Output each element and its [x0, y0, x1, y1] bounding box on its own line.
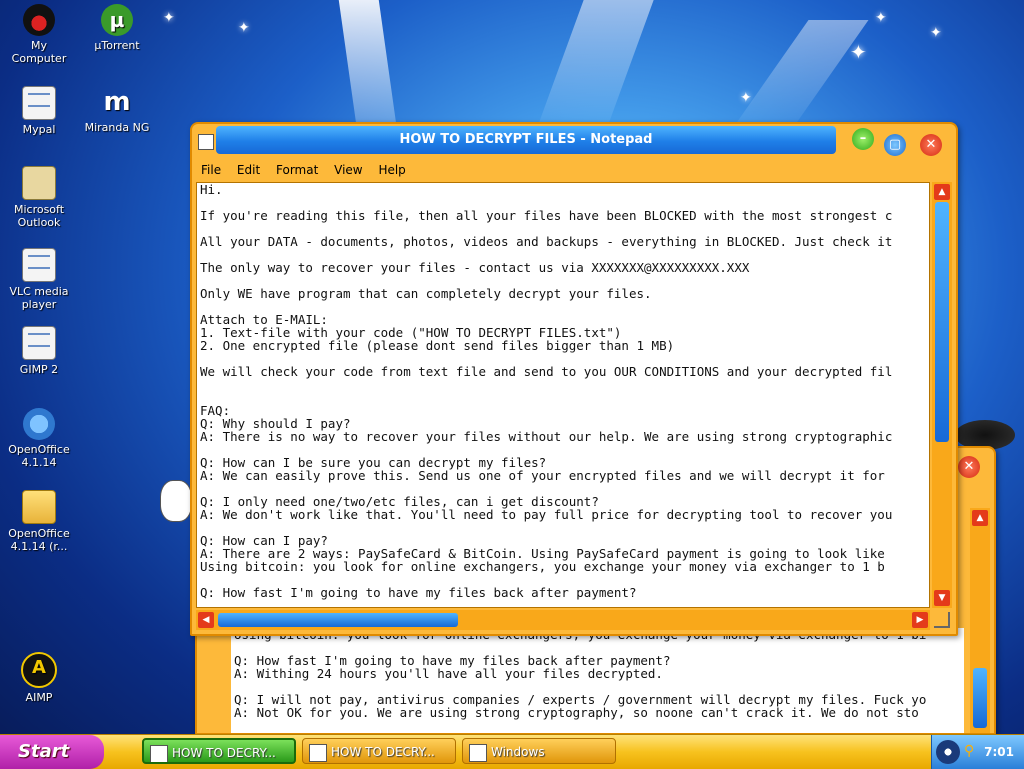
- desktop-icon-miranda[interactable]: m Miranda NG: [79, 86, 155, 134]
- window-title: HOW TO DECRYPT FILES - Notepad: [216, 126, 836, 154]
- icon-label: OpenOffice: [8, 443, 70, 456]
- cartoon-glove-decoration: [160, 480, 192, 522]
- vertical-scroll-thumb[interactable]: [935, 202, 949, 442]
- editor-text: Hi. If you're reading this file, then al…: [200, 182, 893, 600]
- minimize-icon[interactable]: –: [852, 128, 874, 150]
- icon-label: VLC media: [9, 285, 69, 298]
- openoffice-folder-icon: [22, 490, 56, 524]
- outlook-icon: [22, 166, 56, 200]
- menu-bar: File Edit Format View Help: [196, 160, 952, 180]
- scroll-right-arrow-icon[interactable]: ▶: [912, 612, 928, 628]
- desktop-icon-openoffice[interactable]: OpenOffice 4.1.14: [1, 408, 77, 469]
- desktop-icon-my-computer[interactable]: My Computer: [1, 4, 77, 65]
- taskbar: Start HOW TO DECRY... HOW TO DECRY... Wi…: [0, 734, 1024, 769]
- clock: 7:01: [984, 745, 1014, 759]
- menu-help[interactable]: Help: [373, 163, 410, 177]
- icon-label: GIMP 2: [19, 363, 59, 376]
- tray-app-icon[interactable]: [936, 740, 960, 764]
- notepad-window[interactable]: HOW TO DECRYPT FILES - Notepad – ▢ ✕ Fil…: [190, 122, 958, 636]
- taskbar-item-label: HOW TO DECRY...: [172, 746, 276, 760]
- scroll-up-arrow-icon[interactable]: ▲: [972, 510, 988, 526]
- miranda-icon: m: [103, 87, 131, 117]
- taskbar-item-windows[interactable]: Windows: [462, 738, 616, 764]
- close-icon[interactable]: ✕: [920, 134, 942, 156]
- aimp-icon: A: [21, 652, 57, 688]
- icon-label: My: [30, 39, 47, 52]
- horizontal-scroll-thumb[interactable]: [218, 613, 458, 627]
- icon-label: 4.1.14: [21, 456, 57, 469]
- horizontal-scrollbar[interactable]: ◀ ▶: [196, 610, 930, 630]
- notepad-task-icon: [309, 744, 327, 762]
- desktop-icon-mypal[interactable]: Mypal: [1, 86, 77, 136]
- gimp-icon: [22, 326, 56, 360]
- sparkle: ✦: [238, 20, 250, 36]
- icon-label: Miranda NG: [84, 121, 150, 134]
- system-tray: ⚲ 7:01: [931, 735, 1024, 769]
- desktop-icon-utorrent[interactable]: µ µTorrent: [79, 4, 155, 52]
- maximize-icon[interactable]: ▢: [884, 134, 906, 156]
- sparkle: ✦: [163, 10, 175, 26]
- desktop-icon-aimp[interactable]: A AIMP: [1, 652, 77, 704]
- taskbar-item-label: HOW TO DECRY...: [331, 745, 435, 759]
- scroll-thumb[interactable]: [973, 668, 987, 728]
- menu-file[interactable]: File: [196, 163, 226, 177]
- sparkle: ✦: [875, 10, 887, 26]
- mypal-icon: [22, 86, 56, 120]
- resize-grip-icon[interactable]: [934, 612, 950, 628]
- openoffice-icon: [23, 408, 55, 440]
- background-light-ray: [731, 20, 869, 130]
- vertical-scrollbar[interactable]: ▲ ▼: [932, 182, 952, 608]
- desktop-icon-outlook[interactable]: Microsoft Outlook: [1, 166, 77, 229]
- icon-label: Computer: [11, 52, 67, 65]
- sparkle: ✦: [930, 25, 942, 41]
- scroll-down-arrow-icon[interactable]: ▼: [934, 590, 950, 606]
- icon-label: Microsoft: [13, 203, 65, 216]
- icon-label: OpenOffice: [8, 527, 70, 540]
- notepad-app-icon: [198, 134, 214, 150]
- scroll-up-arrow-icon[interactable]: ▲: [934, 184, 950, 200]
- desktop-icon-gimp[interactable]: GIMP 2: [1, 326, 77, 376]
- mickey-computer-icon: [23, 4, 55, 36]
- search-icon[interactable]: ⚲: [964, 743, 974, 759]
- window-task-icon: [469, 744, 487, 762]
- icon-label: 4.1.14 (r...: [10, 540, 68, 553]
- sparkle: ✦: [740, 90, 752, 106]
- utorrent-icon: µ: [101, 4, 133, 36]
- desktop-icon-openoffice-folder[interactable]: OpenOffice 4.1.14 (r...: [1, 490, 77, 553]
- taskbar-item-notepad[interactable]: HOW TO DECRY...: [302, 738, 456, 764]
- taskbar-item-label: Windows: [491, 745, 545, 759]
- close-icon[interactable]: ✕: [958, 456, 980, 478]
- taskbar-item-notepad-active[interactable]: HOW TO DECRY...: [142, 738, 296, 764]
- start-button[interactable]: Start: [0, 735, 104, 769]
- desktop-icon-vlc[interactable]: VLC media player: [1, 248, 77, 311]
- scroll-left-arrow-icon[interactable]: ◀: [198, 612, 214, 628]
- background-vertical-scrollbar[interactable]: ▲: [970, 508, 990, 733]
- icon-label: player: [21, 298, 57, 311]
- icon-label: AIMP: [25, 691, 53, 704]
- menu-edit[interactable]: Edit: [232, 163, 265, 177]
- sparkle: ✦: [850, 40, 867, 64]
- icon-label: µTorrent: [94, 39, 140, 52]
- notepad-task-icon: [150, 745, 168, 762]
- icon-label: Mypal: [22, 123, 56, 136]
- background-editor-text: Using bitcoin: you look for online excha…: [234, 628, 927, 720]
- menu-format[interactable]: Format: [271, 163, 323, 177]
- menu-view[interactable]: View: [329, 163, 367, 177]
- icon-label: Outlook: [17, 216, 61, 229]
- vlc-icon: [22, 248, 56, 282]
- background-light-ray: [536, 0, 654, 130]
- background-editor-area[interactable]: Using bitcoin: you look for online excha…: [231, 628, 964, 733]
- text-editor-area[interactable]: Hi. If you're reading this file, then al…: [196, 182, 930, 608]
